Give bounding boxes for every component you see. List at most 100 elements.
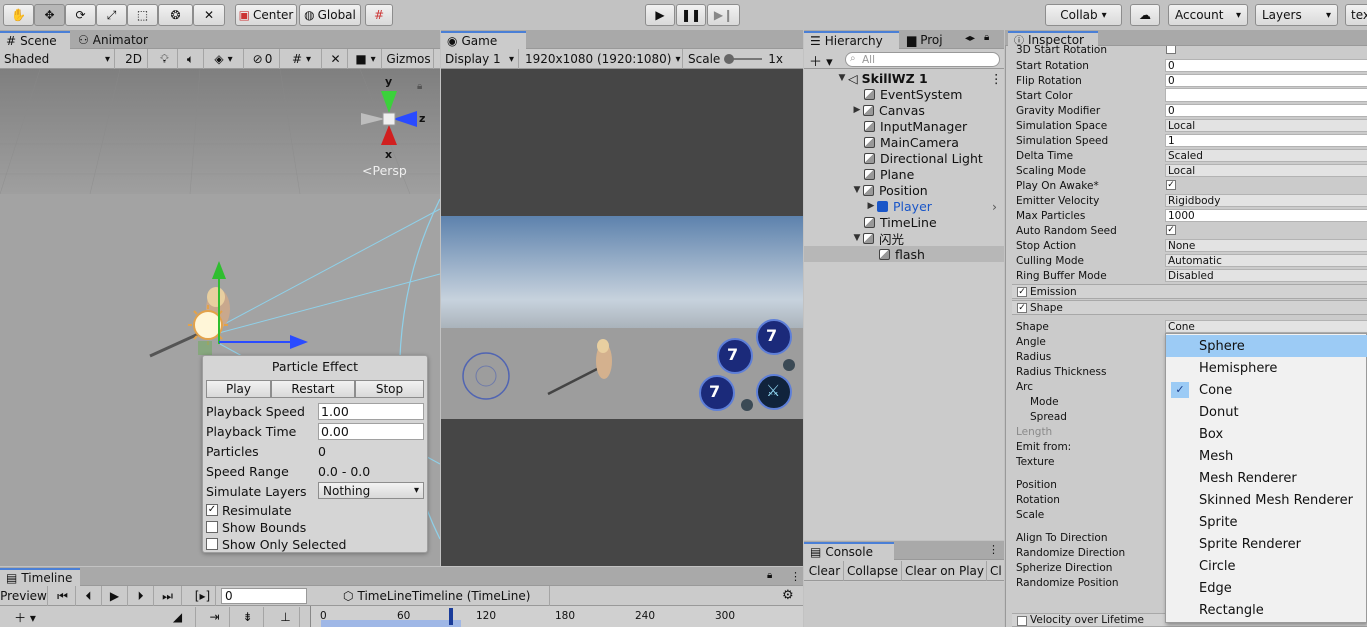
hidden-objects-toggle[interactable]: ⊘ 0 — [246, 49, 280, 69]
playhead-marker[interactable] — [449, 608, 453, 625]
frame-input[interactable]: 0 — [221, 588, 307, 604]
hier-item-plane[interactable]: Plane — [804, 166, 1004, 182]
lock-icon[interactable]: 🔒︎ — [417, 81, 422, 92]
tab-hierarchy[interactable]: ☰ Hierarchy — [804, 31, 899, 49]
rect-tool-button[interactable]: ⬚ — [127, 4, 158, 26]
particle-stop-button[interactable]: Stop — [355, 380, 424, 398]
tab-scroll-icon[interactable]: ◂▸ — [965, 33, 975, 44]
auto-random-seed-checkbox[interactable]: ✓ — [1166, 225, 1176, 235]
hier-item-inputmanager[interactable]: InputManager — [804, 118, 1004, 134]
orientation-gizmo[interactable] — [355, 77, 425, 157]
hier-item-directional-light[interactable]: Directional Light — [804, 150, 1004, 166]
shape-option-skinned-mesh-renderer[interactable]: Skinned Mesh Renderer — [1166, 489, 1367, 511]
expand-arrow-icon[interactable]: ▼ — [851, 185, 863, 195]
shading-mode-select[interactable]: Shaded — [0, 49, 115, 69]
move-tool-button[interactable]: ✥ — [34, 4, 65, 26]
clip-edit-mode-button[interactable]: ◢ — [160, 607, 196, 627]
pause-button[interactable]: ❚❚ — [676, 4, 706, 26]
gizmos-button[interactable]: Gizmos — [384, 49, 434, 69]
play-on-awake-checkbox[interactable]: ✓ — [1166, 180, 1176, 190]
console-more-icon[interactable]: ⋮ — [988, 543, 999, 556]
simulate-layers-select[interactable]: Nothing — [318, 482, 424, 499]
shape-option-sprite-renderer[interactable]: Sprite Renderer — [1166, 533, 1367, 555]
scaling-mode-select[interactable]: Local — [1165, 164, 1367, 177]
skill-button-3[interactable]: 7 — [709, 382, 720, 401]
console-clear-button[interactable]: Clear — [806, 561, 844, 581]
tab-project[interactable]: ▆ Proj — [901, 31, 963, 49]
shape-option-edge[interactable]: Edge — [1166, 577, 1367, 599]
projection-label[interactable]: <Persp — [362, 163, 407, 178]
markers-toggle-button[interactable]: ⊥ — [272, 607, 300, 627]
step-button[interactable]: ▶❙ — [707, 4, 740, 26]
particle-restart-button[interactable]: Restart — [271, 380, 355, 398]
2d-toggle[interactable]: 2D — [120, 49, 148, 69]
emission-enable-checkbox[interactable]: ✓ — [1017, 287, 1027, 297]
play-button[interactable]: ▶ — [645, 4, 675, 26]
expand-arrow-icon[interactable]: ▼ — [851, 233, 863, 243]
hierarchy-lock-icon[interactable]: 🔒︎ — [984, 32, 989, 43]
shape-option-circle[interactable]: Circle — [1166, 555, 1367, 577]
particle-play-button[interactable]: Play — [206, 380, 271, 398]
hier-item-player[interactable]: ▶ Player › — [804, 198, 1004, 214]
next-frame-button[interactable]: ⏵︎ — [128, 586, 154, 606]
rotate-tool-button[interactable]: ⟳ — [65, 4, 96, 26]
shape-option-sphere[interactable]: Sphere — [1166, 335, 1367, 357]
ripple-mode-button[interactable]: ⇥ — [200, 607, 230, 627]
flip-rotation-input[interactable]: 0 — [1165, 74, 1367, 87]
camera-settings-button[interactable]: ■ — [350, 49, 382, 69]
timeline-lock-icon[interactable]: 🔒︎ — [767, 570, 772, 581]
play-range-button[interactable]: [▸] — [190, 586, 216, 606]
account-button[interactable]: Account — [1168, 4, 1248, 26]
hier-item-flash[interactable]: flash — [804, 246, 1004, 262]
go-to-end-button[interactable]: ⏭︎ — [154, 586, 182, 606]
scale-tool-button[interactable]: ⤢ — [96, 4, 127, 26]
timeline-more-icon[interactable]: ⋮ — [790, 570, 801, 583]
pivot-global-button[interactable]: ◍ Global — [299, 4, 361, 26]
emitter-velocity-select[interactable]: Rigidbody — [1165, 194, 1367, 207]
layout-button[interactable]: tex — [1345, 4, 1367, 26]
hierarchy-search-input[interactable]: ⌕ All — [845, 52, 1000, 67]
culling-mode-select[interactable]: Automatic — [1165, 254, 1367, 267]
timeline-preview-button[interactable]: Preview — [0, 586, 48, 606]
start-color-swatch[interactable] — [1165, 88, 1367, 102]
collapse-arrow-icon[interactable]: ▶ — [865, 201, 877, 211]
scale-slider[interactable] — [724, 54, 763, 64]
shape-section-header[interactable]: ✓ Shape — [1012, 300, 1367, 315]
go-to-start-button[interactable]: ⏮︎ — [50, 586, 76, 606]
stop-action-select[interactable]: None — [1165, 239, 1367, 252]
lighting-toggle[interactable]: 💡︎ — [152, 49, 178, 69]
shape-option-sprite[interactable]: Sprite — [1166, 511, 1367, 533]
console-log-area[interactable] — [804, 582, 1004, 627]
skill-button-1[interactable]: 7 — [727, 345, 738, 364]
ring-buffer-mode-select[interactable]: Disabled — [1165, 269, 1367, 282]
console-clear-on-play-button[interactable]: Clear on Play — [903, 561, 987, 581]
hand-tool-button[interactable]: ✋ — [3, 4, 34, 26]
show-only-selected-checkbox[interactable] — [206, 538, 218, 550]
add-track-button[interactable]: ＋ ▾ — [5, 607, 45, 627]
more-icon[interactable]: ⋮ — [990, 71, 1003, 86]
gravity-modifier-input[interactable]: 0 — [1165, 104, 1367, 117]
snap-button[interactable]: # — [365, 4, 393, 26]
timeline-settings-icon[interactable]: ⚙ — [782, 588, 794, 603]
timeline-play-button[interactable]: ▶ — [102, 586, 128, 606]
shape-enable-checkbox[interactable]: ✓ — [1017, 303, 1027, 313]
custom-tool-button[interactable]: ✕ — [193, 4, 225, 26]
hier-item-maincamera[interactable]: MainCamera — [804, 134, 1004, 150]
hier-scene-row[interactable]: ▼ ◁ SkillWZ 1 ⋮ — [804, 70, 1004, 86]
scale-slider-thumb[interactable] — [724, 54, 735, 64]
transform-tool-button[interactable]: ❂ — [158, 4, 193, 26]
shape-option-box[interactable]: Box — [1166, 423, 1367, 445]
shape-option-mesh[interactable]: Mesh — [1166, 445, 1367, 467]
replace-mode-button[interactable]: ⇟ — [232, 607, 264, 627]
display-select[interactable]: Display 1 — [441, 49, 519, 69]
simulation-speed-input[interactable]: 1 — [1165, 134, 1367, 147]
attack-button-icon[interactable]: ⚔ — [766, 381, 780, 400]
create-button[interactable]: ＋ ▾ — [809, 51, 833, 70]
delta-time-select[interactable]: Scaled — [1165, 149, 1367, 162]
playback-speed-input[interactable]: 1.00 — [318, 403, 424, 420]
3d-start-rotation-checkbox[interactable] — [1166, 46, 1176, 54]
simulation-space-select[interactable]: Local — [1165, 119, 1367, 132]
playback-time-input[interactable]: 0.00 — [318, 423, 424, 440]
expand-arrow-icon[interactable]: ▼ — [836, 73, 848, 83]
start-rotation-input[interactable]: 0 — [1165, 59, 1367, 72]
